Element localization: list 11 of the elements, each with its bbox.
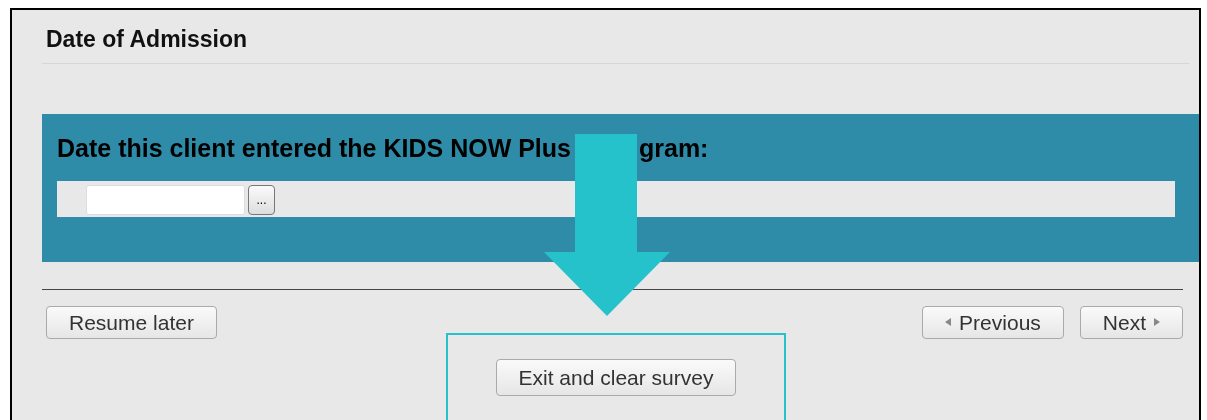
date-picker-button[interactable]: ...: [248, 185, 275, 215]
question-text: Date this client entered the KIDS NOW Plus: [57, 133, 571, 162]
question-text: gram:: [639, 133, 709, 162]
caret-right-icon: [1154, 318, 1160, 326]
section-title: Date of Admission: [42, 10, 1189, 64]
date-input-field[interactable]: [86, 185, 245, 215]
previous-button[interactable]: Previous: [922, 305, 1064, 339]
exit-and-clear-button[interactable]: Exit and clear survey: [495, 358, 737, 396]
resume-later-button[interactable]: Resume later: [46, 305, 217, 339]
next-button[interactable]: Next: [1079, 305, 1183, 339]
caret-left-icon: [945, 318, 952, 326]
